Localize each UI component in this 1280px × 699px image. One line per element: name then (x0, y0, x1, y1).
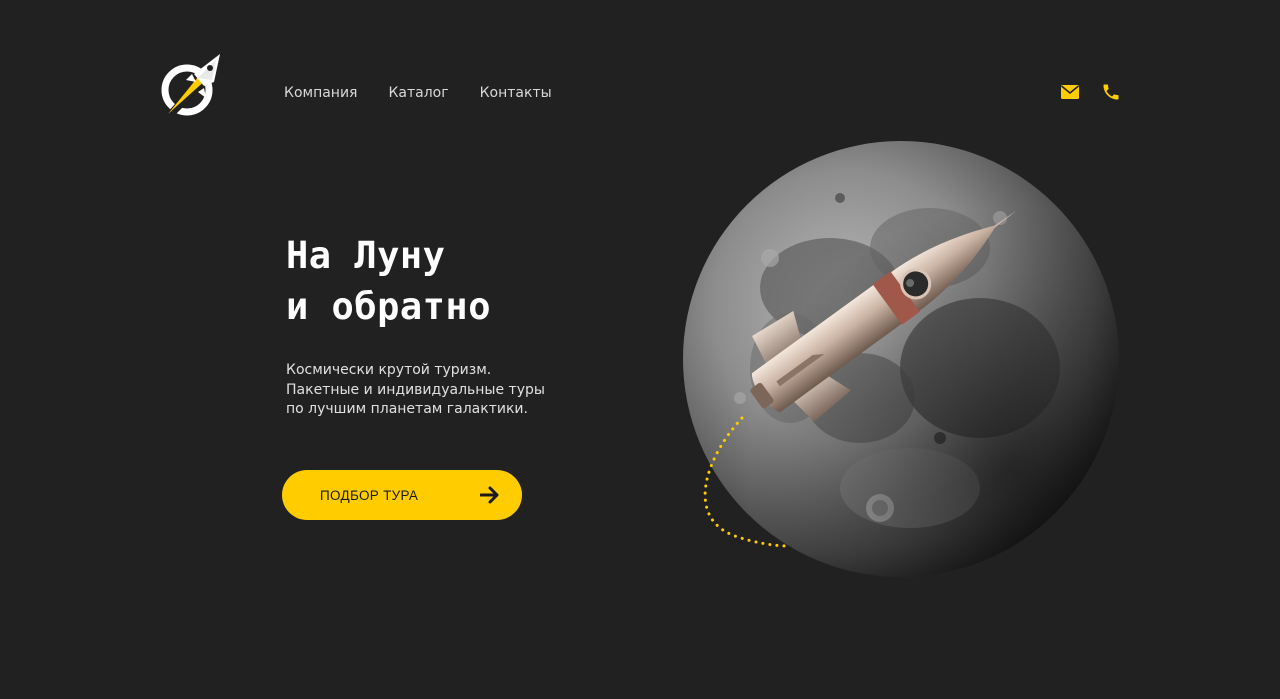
hero-title-line-2: и обратно (286, 285, 491, 328)
landing-page: Компания Каталог Контакты На Луну и обра… (0, 0, 1280, 699)
nav-link-company[interactable]: Компания (284, 85, 357, 101)
hero-title-line-1: На Луну (286, 234, 446, 277)
hero-description-line-3: по лучшим планетам галактики. (286, 401, 528, 417)
main-nav: Компания Каталог Контакты (284, 85, 552, 101)
header-contacts (1061, 82, 1121, 102)
hero-description-line-1: Космически крутой туризм. (286, 362, 492, 378)
nav-link-catalog[interactable]: Каталог (388, 85, 448, 101)
tour-selection-button[interactable]: ПОДБОР ТУРА (282, 470, 522, 520)
moon-rocket-illustration (683, 141, 1119, 577)
moon (683, 141, 1119, 577)
phone-icon[interactable] (1101, 82, 1121, 102)
mail-icon[interactable] (1061, 85, 1079, 99)
nav-link-contacts[interactable]: Контакты (480, 85, 552, 101)
hero-title: На Луну и обратно (286, 230, 491, 332)
hero-description-line-2: Пакетные и индивидуальные туры (286, 381, 545, 398)
arrow-right-icon (480, 486, 499, 504)
rocket-logo-icon[interactable] (158, 52, 224, 118)
hero-description: Космически крутой туризм. Пакетные и инд… (286, 361, 545, 420)
tour-selection-button-label: ПОДБОР ТУРА (320, 487, 419, 503)
